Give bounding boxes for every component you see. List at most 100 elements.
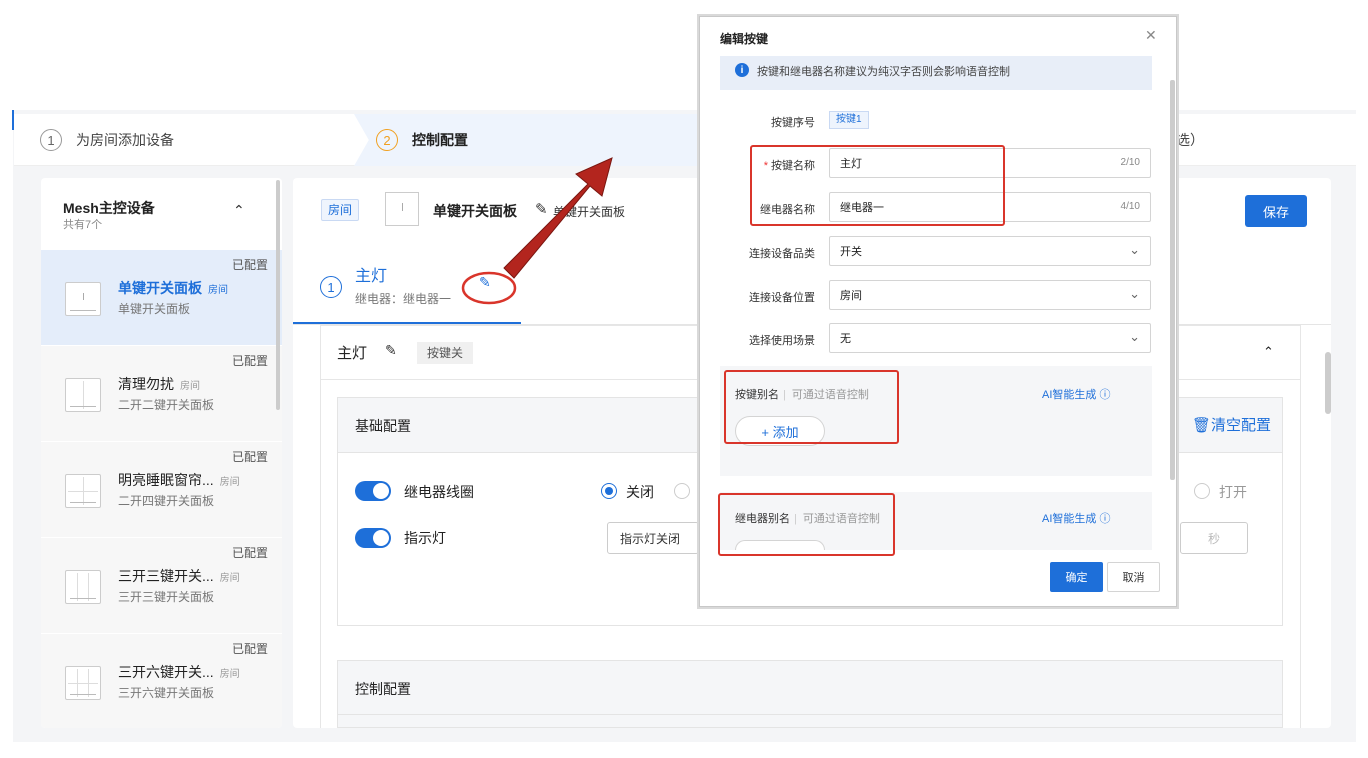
device-model: 单键开关面板	[118, 302, 191, 316]
device-item[interactable]: 已配置 清理勿扰 房间 二开二键开关面板	[41, 346, 282, 442]
device-list-title: Mesh主控设备	[63, 200, 155, 216]
pencil-icon[interactable]: ✎	[385, 342, 397, 359]
close-icon[interactable]: ✕	[1145, 27, 1157, 44]
switch-thumbnail-icon	[65, 666, 101, 700]
annotation-circle-icon	[461, 271, 517, 305]
save-button[interactable]: 保存	[1245, 195, 1307, 227]
radio-off-label: 关闭	[626, 484, 654, 500]
relay-alias-ai-label: AI智能生成	[1042, 513, 1097, 525]
chevron-down-icon: ⌄	[1129, 286, 1140, 301]
device-room: 房间	[180, 381, 200, 392]
step-3[interactable]: 选）	[1176, 114, 1204, 166]
device-name-text: 三开六键开关...	[118, 664, 214, 680]
basic-config-title: 基础配置	[355, 418, 411, 434]
device-list-scrollbar[interactable]	[276, 180, 280, 410]
key-alias-ai-button[interactable]: AI智能生成 ⓘ	[1042, 386, 1110, 402]
device-name: 明亮睡眠窗帘... 房间	[118, 470, 240, 490]
switch-panel-icon	[385, 192, 419, 226]
device-model: 三开三键开关面板	[118, 590, 215, 604]
chevron-up-icon[interactable]: ⌃	[1263, 344, 1274, 360]
device-name-text: 清理勿扰	[118, 376, 174, 392]
device-room: 房间	[219, 477, 240, 488]
device-list-count: 共有7个	[63, 219, 103, 231]
device-position-select[interactable]: 房间 ⌄	[829, 280, 1151, 310]
step-1-number: 1	[40, 129, 62, 151]
indicator-label: 指示灯	[404, 530, 446, 546]
relay-alias-ai-button[interactable]: AI智能生成 ⓘ	[1042, 510, 1110, 526]
switch-thumbnail-icon	[65, 378, 101, 412]
chevron-down-icon: ⌄	[1129, 242, 1140, 257]
device-room: 房间	[208, 285, 228, 296]
help-icon: ⓘ	[1099, 389, 1111, 401]
main-scrollbar[interactable]	[1325, 352, 1331, 414]
relay-coil-label: 继电器线圈	[404, 484, 474, 500]
device-item[interactable]: 已配置 单键开关面板 房间 单键开关面板	[41, 250, 282, 346]
device-item[interactable]: 已配置 三开六键开关... 房间 三开六键开关面板	[41, 634, 282, 728]
radio-on[interactable]	[1194, 483, 1210, 499]
device-list-panel: Mesh主控设备 共有7个 ⌃ 已配置 单键开关面板 房间 单键开关面板 已配置 …	[41, 178, 282, 728]
scene-label: 选择使用场景	[749, 335, 815, 347]
seconds-input[interactable]: 秒	[1180, 522, 1248, 554]
device-model: 三开六键开关面板	[118, 686, 215, 700]
radio-on-label: 打开	[1219, 484, 1247, 500]
key-tab-name[interactable]: 主灯	[355, 262, 387, 286]
relay-name-count: 4/10	[1120, 201, 1140, 212]
annotation-box-relay-alias	[718, 493, 895, 556]
key-name-count: 2/10	[1120, 157, 1140, 168]
device-position-label: 连接设备位置	[749, 292, 815, 304]
chevron-down-icon: ⌄	[1129, 329, 1140, 344]
device-name: 三开六键开关... 房间	[118, 662, 240, 682]
relay-coil-toggle[interactable]	[355, 481, 391, 501]
radio-off[interactable]	[601, 483, 617, 499]
device-room: 房间	[219, 669, 240, 680]
device-item[interactable]: 已配置 三开三键开关... 房间 三开三键开关面板	[41, 538, 282, 634]
annotation-box-names	[750, 145, 1005, 226]
status-badge: 已配置	[231, 546, 268, 560]
step-1[interactable]: 1 为房间添加设备	[40, 114, 174, 166]
step-2-number: 2	[376, 129, 398, 151]
scene-select[interactable]: 无 ⌄	[829, 323, 1151, 353]
trash-icon: 🗑	[1192, 417, 1212, 434]
switch-thumbnail-icon	[65, 474, 101, 508]
key-index-value: 按键1	[829, 111, 869, 129]
key-action-badge: 按键关	[417, 342, 474, 364]
device-model: 二开四键开关面板	[118, 494, 215, 508]
key-number: 1	[320, 276, 342, 298]
status-badge: 已配置	[231, 354, 268, 368]
radio-on-hidden[interactable]	[674, 483, 690, 499]
chevron-up-icon[interactable]: ⌃	[233, 202, 245, 219]
device-item[interactable]: 已配置 明亮睡眠窗帘... 房间 二开四键开关面板	[41, 442, 282, 538]
dialog-title: 编辑按键	[720, 32, 769, 46]
status-badge: 已配置	[231, 258, 268, 272]
section-title: 主灯	[337, 345, 368, 362]
switch-thumbnail-icon	[65, 282, 101, 316]
help-icon: ⓘ	[1099, 513, 1111, 525]
dialog-scrollbar[interactable]	[1170, 80, 1175, 480]
indicator-select[interactable]: 指示灯关闭	[607, 522, 699, 554]
device-type-label: 连接设备品类	[749, 248, 815, 260]
control-config-title: 控制配置	[355, 681, 411, 697]
device-position-value: 房间	[840, 290, 862, 302]
step-3-label: 选）	[1176, 132, 1204, 148]
key-index-label: 按键序号	[771, 117, 815, 129]
device-name: 清理勿扰 房间	[118, 374, 200, 394]
device-name: 三开三键开关... 房间	[118, 566, 240, 586]
device-name-text: 明亮睡眠窗帘...	[118, 472, 214, 488]
device-type-value: 开关	[840, 246, 862, 258]
device-type-select[interactable]: 开关 ⌄	[829, 236, 1151, 266]
step-1-label: 为房间添加设备	[76, 132, 174, 148]
status-badge: 已配置	[231, 450, 268, 464]
info-text: 按键和继电器名称建议为纯汉字否则会影响语音控制	[757, 66, 1010, 78]
clear-config-button[interactable]: 🗑清空配置	[1192, 414, 1271, 435]
status-badge: 已配置	[231, 642, 268, 656]
annotation-arrow-icon	[503, 157, 613, 279]
device-room: 房间	[219, 573, 240, 584]
step-2-label: 控制配置	[412, 132, 468, 148]
confirm-button[interactable]: 确定	[1050, 562, 1103, 592]
key-tab-relay: 继电器：继电器一	[355, 292, 452, 306]
device-name-text: 三开三键开关...	[118, 568, 214, 584]
cancel-button[interactable]: 取消	[1107, 562, 1160, 592]
indicator-toggle[interactable]	[355, 528, 391, 548]
device-name: 单键开关面板 房间	[118, 278, 228, 298]
control-config-card	[337, 660, 1283, 728]
